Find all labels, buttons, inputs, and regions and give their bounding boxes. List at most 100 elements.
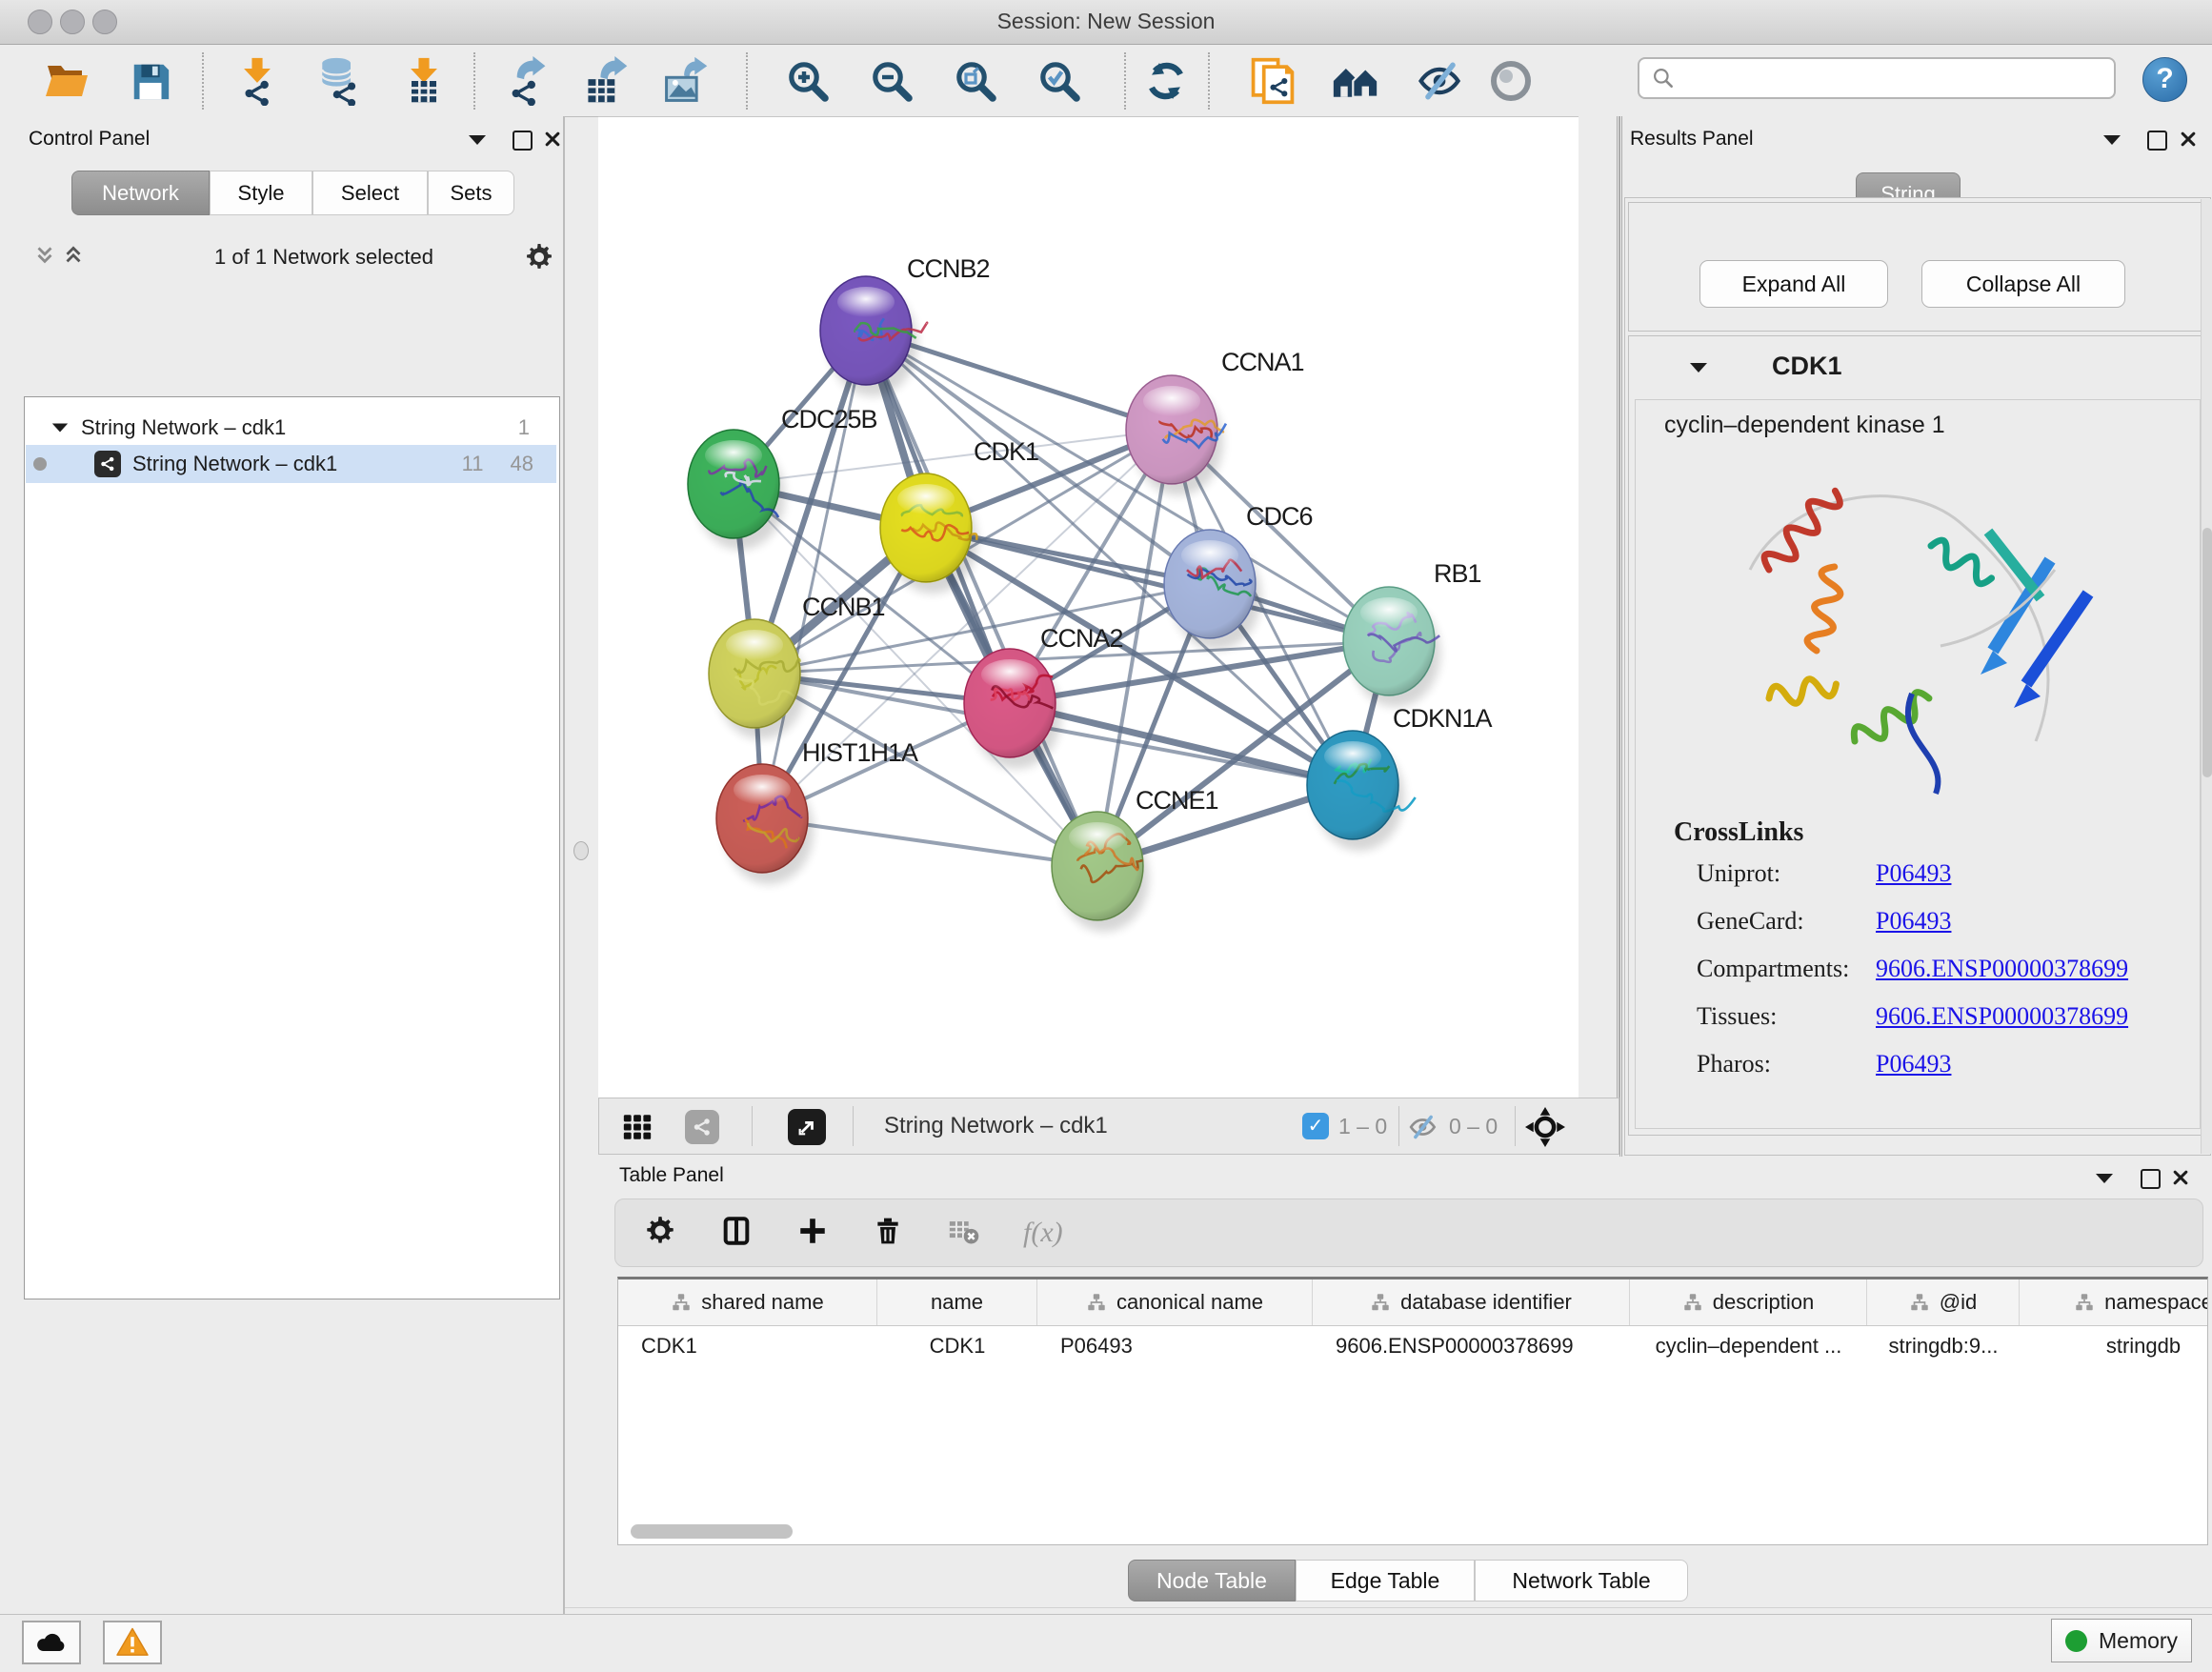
network-node-hist1h1a[interactable]: HIST1H1A xyxy=(716,738,918,873)
window-titlebar: Session: New Session xyxy=(0,0,2212,45)
network-edge-ccnb2-ccne1[interactable] xyxy=(866,331,1097,866)
tab-edge-table[interactable]: Edge Table xyxy=(1296,1560,1475,1601)
scrollbar-thumb[interactable] xyxy=(631,1524,793,1539)
memory-label: Memory xyxy=(2099,1628,2178,1654)
detach-view-button[interactable] xyxy=(788,1109,826,1145)
export-image-button[interactable] xyxy=(661,56,711,106)
results-panel-float-button[interactable] xyxy=(2147,131,2167,151)
results-scrollbar-thumb[interactable] xyxy=(2202,528,2212,777)
table-options-gear-button[interactable] xyxy=(644,1215,676,1252)
search-box[interactable] xyxy=(1638,57,2116,99)
table-panel-close-button[interactable] xyxy=(2171,1168,2190,1192)
table-row[interactable]: CDK1 CDK1 P06493 9606.ENSP00000378699 cy… xyxy=(618,1326,2207,1366)
duplicate-network-icon xyxy=(1249,56,1297,106)
network-tree-row-selected[interactable]: String Network – cdk1 11 48 xyxy=(26,445,556,483)
node-label-hist1h1a: HIST1H1A xyxy=(802,738,918,767)
import-network-from-database-button[interactable] xyxy=(313,56,363,106)
grid-view-button[interactable] xyxy=(621,1111,654,1148)
export-table-button[interactable] xyxy=(581,56,631,106)
expand-all-button[interactable]: Expand All xyxy=(1699,260,1888,308)
function-builder-button[interactable]: f(x) xyxy=(1023,1217,1063,1249)
search-input[interactable] xyxy=(1683,65,2097,91)
control-panel-close-button[interactable] xyxy=(543,130,562,153)
delete-table-button[interactable] xyxy=(947,1215,979,1252)
column-header[interactable]: canonical name xyxy=(1037,1279,1313,1325)
first-neighbors-button[interactable] xyxy=(1332,56,1381,106)
crosslink-uniprot-link[interactable]: P06493 xyxy=(1876,859,1951,888)
control-panel-menu-button[interactable] xyxy=(467,133,488,151)
column-header[interactable]: @id xyxy=(1867,1279,2020,1325)
node-table[interactable]: shared name name canonical name database… xyxy=(617,1277,2208,1545)
selected-checkbox-icon[interactable]: ✓ xyxy=(1302,1113,1329,1139)
zoom-selected-button[interactable] xyxy=(1035,56,1084,106)
network-view-title: String Network – cdk1 xyxy=(884,1113,1108,1139)
save-session-button[interactable] xyxy=(126,56,175,106)
cdk1-collapse-icon[interactable] xyxy=(1688,361,1709,374)
import-network-button[interactable] xyxy=(232,56,282,106)
view-mode-network-button[interactable] xyxy=(685,1110,719,1144)
create-column-button[interactable] xyxy=(796,1215,829,1252)
results-panel-menu-button[interactable] xyxy=(2101,133,2122,151)
crosslink-genecard-link[interactable]: P06493 xyxy=(1876,907,1951,936)
crosslink-tissues-link[interactable]: 9606.ENSP00000378699 xyxy=(1876,1002,2128,1031)
column-header[interactable]: namespace xyxy=(2020,1279,2208,1325)
delete-column-button[interactable] xyxy=(873,1215,903,1252)
left-splitter-handle[interactable] xyxy=(573,841,589,860)
import-table-button[interactable] xyxy=(399,56,449,106)
tab-sets[interactable]: Sets xyxy=(428,171,514,215)
column-header[interactable]: name xyxy=(877,1279,1037,1325)
memory-button[interactable]: Memory xyxy=(2051,1619,2192,1662)
zoom-out-button[interactable] xyxy=(867,56,916,106)
tab-network[interactable]: Network xyxy=(71,171,210,215)
zoom-fit-button[interactable] xyxy=(951,56,1000,106)
network-canvas[interactable]: CCNB2CCNA1CDC25BCDK1CDC6RB1CCNB1CCNA2CDK… xyxy=(598,116,1579,1098)
crosslink-compartments-link[interactable]: 9606.ENSP00000378699 xyxy=(1876,955,2128,983)
open-folder-icon xyxy=(44,58,90,104)
network-panel-options-button[interactable] xyxy=(524,242,554,277)
show-all-button[interactable] xyxy=(1486,56,1536,106)
crosslink-pharos-link[interactable]: P06493 xyxy=(1876,1050,1951,1078)
results-panel-close-button[interactable] xyxy=(2179,130,2198,153)
results-scrollbar-track[interactable] xyxy=(2201,199,2212,1154)
table-panel-float-button[interactable] xyxy=(2141,1169,2161,1189)
hide-selected-button[interactable] xyxy=(1416,56,1465,106)
tab-network-table[interactable]: Network Table xyxy=(1475,1560,1688,1601)
export-network-button[interactable] xyxy=(501,56,551,106)
hidden-eye-icon[interactable] xyxy=(1407,1114,1439,1145)
edge-count: 48 xyxy=(511,452,533,476)
expand-all-networks-button[interactable] xyxy=(61,244,86,273)
network-node-cdc25b[interactable]: CDC25B xyxy=(688,405,877,538)
column-header[interactable]: description xyxy=(1630,1279,1867,1325)
column-header[interactable]: shared name xyxy=(618,1279,877,1325)
tab-node-table[interactable]: Node Table xyxy=(1128,1560,1296,1601)
cdk1-header[interactable]: CDK1 xyxy=(1772,352,1842,381)
network-graph[interactable]: CCNB2CCNA1CDC25BCDK1CDC6RB1CCNB1CCNA2CDK… xyxy=(598,117,1579,1098)
duplicate-network-button[interactable] xyxy=(1248,56,1297,106)
control-panel-float-button[interactable] xyxy=(513,131,533,151)
toolbar-separator xyxy=(473,52,475,110)
node-label-rb1: RB1 xyxy=(1434,559,1481,588)
network-tree-root-row[interactable]: String Network – cdk1 1 xyxy=(26,411,556,445)
cloud-button[interactable] xyxy=(22,1621,81,1664)
cell-database-identifier: 9606.ENSP00000378699 xyxy=(1313,1334,1630,1359)
open-file-button[interactable] xyxy=(42,56,91,106)
import-table-icon xyxy=(400,56,448,106)
tree-expand-icon[interactable] xyxy=(50,421,70,434)
network-panel-right-strip xyxy=(1579,116,1619,1098)
tab-select[interactable]: Select xyxy=(312,171,428,215)
column-header[interactable]: database identifier xyxy=(1313,1279,1630,1325)
collapse-all-networks-button[interactable] xyxy=(32,244,57,273)
network-node-rb1[interactable]: RB1 xyxy=(1343,559,1481,695)
tab-style[interactable]: Style xyxy=(210,171,312,215)
birdseye-view-button[interactable] xyxy=(1525,1107,1565,1152)
node-label-ccnb1: CCNB1 xyxy=(802,593,885,621)
help-button[interactable]: ? xyxy=(2142,57,2187,102)
refresh-button[interactable] xyxy=(1141,56,1191,106)
cell-canonical-name: P06493 xyxy=(1037,1334,1313,1359)
warnings-button[interactable] xyxy=(103,1621,162,1664)
zoom-in-button[interactable] xyxy=(783,56,833,106)
table-panel-menu-button[interactable] xyxy=(2094,1172,2115,1190)
table-horizontal-scrollbar[interactable] xyxy=(619,1521,2206,1543)
show-columns-button[interactable] xyxy=(720,1215,753,1252)
collapse-all-button[interactable]: Collapse All xyxy=(1921,260,2125,308)
